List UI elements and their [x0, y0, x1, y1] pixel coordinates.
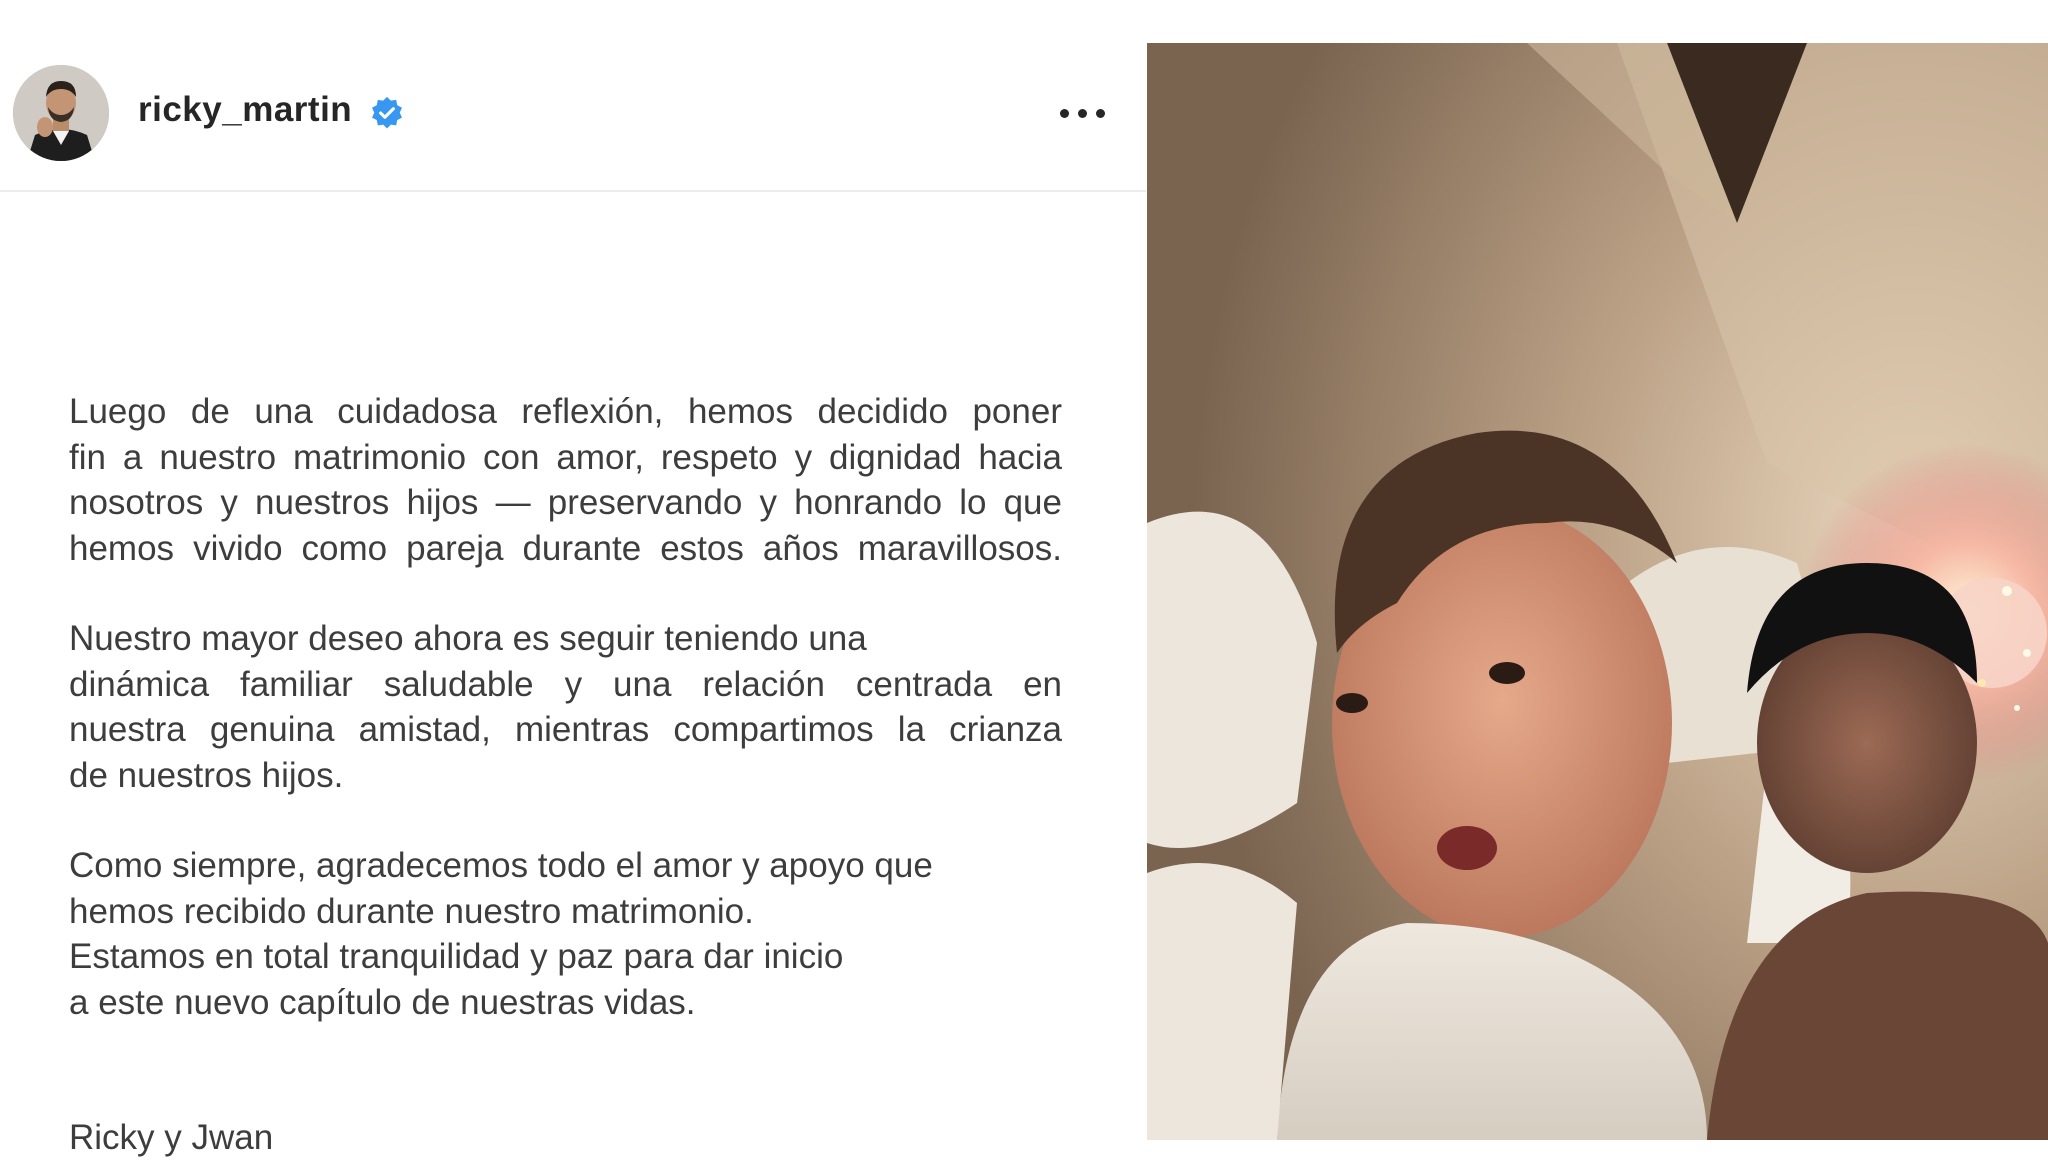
post-header: ricky_martin: [0, 0, 1146, 192]
post-text-panel: ricky_martin Luego de una cuidadosa refl…: [0, 0, 1146, 1176]
avatar[interactable]: [13, 65, 109, 161]
dot: [1060, 109, 1069, 118]
statement-line: Estamos en total tranquilidad y paz para…: [69, 937, 844, 976]
signature: Ricky y Jwan: [69, 1118, 274, 1157]
verified-badge-icon: [372, 96, 402, 129]
dot: [1096, 109, 1105, 118]
statement-line: dinámica familiar saludable y una relaci…: [69, 664, 1062, 704]
statement-paragraph-1: Luego de una cuidadosa reflexión, hemos …: [69, 389, 1062, 571]
statement-paragraph-2: Nuestro mayor deseo ahora es seguir teni…: [69, 616, 1062, 798]
statement-line: Luego de una cuidadosa reflexión, hemos …: [69, 392, 1062, 431]
dot: [1078, 109, 1087, 118]
statement-line: Nuestro mayor deseo ahora es seguir teni…: [69, 619, 867, 658]
statement-text: Luego de una cuidadosa reflexión, hemos …: [69, 389, 1062, 1070]
statement-line: fin a nuestro matrimonio con amor, respe…: [69, 437, 1062, 477]
more-options-icon[interactable]: [1050, 90, 1114, 134]
statement-line: nuestra genuina amistad, mientras compar…: [69, 710, 1062, 749]
instagram-post: ricky_martin Luego de una cuidadosa refl…: [0, 0, 2048, 1176]
statement-line: de nuestros hijos.: [69, 755, 344, 795]
username-link[interactable]: ricky_martin: [138, 90, 352, 130]
statement-line: Como siempre, agradecemos todo el amor y…: [69, 846, 933, 885]
statement-line: a este nuevo capítulo de nuestras vidas.: [69, 982, 696, 1022]
statement-line: hemos recibido durante nuestro matrimoni…: [69, 891, 754, 931]
statement-line: nosotros y nuestros hijos — preservando …: [69, 483, 1062, 522]
statement-paragraph-3: Como siempre, agradecemos todo el amor y…: [69, 843, 1062, 1025]
statement-line: hemos vivido como pareja durante estos a…: [69, 528, 1062, 568]
post-photo[interactable]: [1147, 43, 2048, 1140]
